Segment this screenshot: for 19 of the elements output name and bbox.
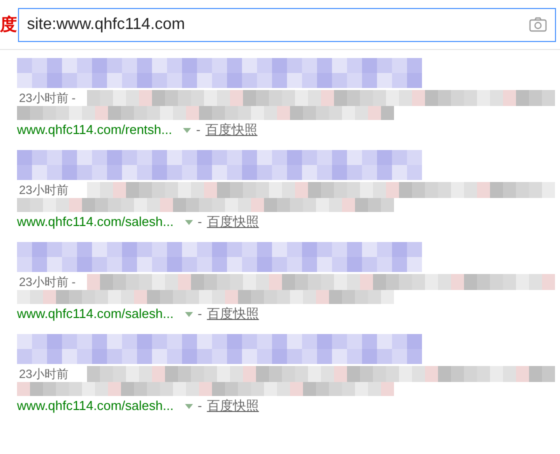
separator-text: - (196, 121, 200, 140)
result-url[interactable]: www.qhfc114.com/salesh... (17, 304, 174, 324)
snapshot-link[interactable]: 百度快照 (206, 212, 259, 232)
snapshot-link[interactable]: 百度快照 (206, 304, 259, 324)
camera-icon[interactable] (529, 17, 547, 32)
caret-icon[interactable] (183, 128, 192, 132)
separator-text: - (198, 213, 202, 232)
separator-text: - (198, 305, 202, 324)
caret-icon[interactable] (184, 404, 193, 408)
result-url[interactable]: www.qhfc114.com/salesh... (17, 212, 174, 232)
snapshot-link[interactable]: 百度快照 (205, 120, 258, 140)
separator-text: - (198, 397, 202, 416)
result-url[interactable]: www.qhfc114.com/salesh... (17, 396, 174, 416)
result-url[interactable]: www.qhfc114.com/rentsh... (17, 120, 172, 140)
caret-icon[interactable] (184, 312, 193, 316)
search-field[interactable]: site:www.qhfc114.com (18, 8, 556, 42)
logo-text: 度 (0, 14, 18, 36)
caret-icon[interactable] (184, 220, 193, 224)
snapshot-link[interactable]: 百度快照 (206, 396, 259, 416)
